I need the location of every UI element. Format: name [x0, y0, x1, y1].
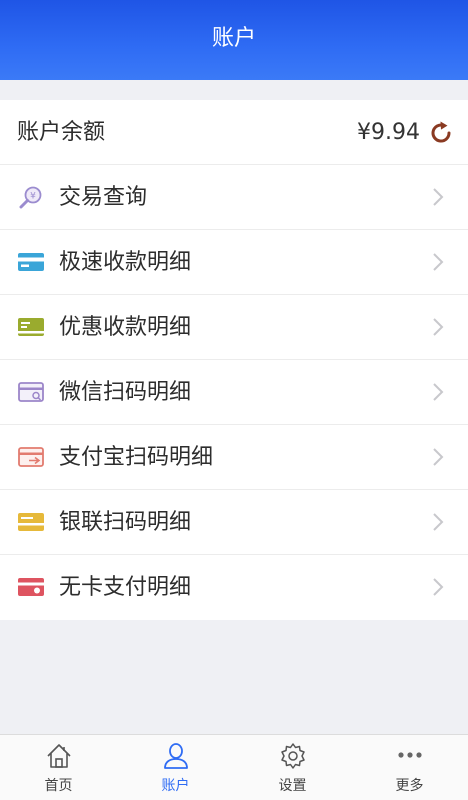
tab-more[interactable]: 更多 [351, 735, 468, 800]
menu-item-fast-receipt[interactable]: 极速收款明细 [0, 230, 468, 295]
card-olive-icon [18, 318, 44, 336]
tab-home[interactable]: 首页 [0, 735, 117, 800]
card-red-icon [18, 447, 44, 467]
card-purple-icon [18, 382, 44, 402]
menu-item-label: 优惠收款明细 [59, 315, 192, 340]
chevron-right-icon [433, 513, 444, 531]
search-coin-icon: ¥ [19, 186, 42, 209]
menu-item-discount-receipt[interactable]: 优惠收款明细 [0, 295, 468, 360]
menu-item-wechat-scan[interactable]: 微信扫码明细 [0, 360, 468, 425]
card-blue-icon [18, 253, 44, 271]
user-icon [163, 743, 188, 769]
refresh-icon[interactable] [428, 120, 454, 146]
chevron-right-icon [433, 578, 444, 596]
menu-item-label: 无卡支付明细 [59, 575, 192, 600]
menu-item-transaction-query[interactable]: ¥ 交易查询 [0, 165, 468, 230]
gear-icon [280, 743, 305, 769]
home-icon [46, 744, 71, 768]
menu-item-unionpay-scan[interactable]: 银联扫码明细 [0, 490, 468, 555]
card-yellow-icon [18, 513, 44, 531]
account-list: 账户余额 ¥9.94 ¥ 交易查询 极速收款明细 优惠收款明细 微信扫码明细 支… [0, 100, 468, 620]
chevron-right-icon [433, 448, 444, 466]
tab-label: 首页 [44, 778, 73, 794]
tab-account[interactable]: 账户 [117, 735, 234, 800]
menu-item-label: 极速收款明细 [59, 250, 192, 275]
nav-bar: 账户 [0, 0, 468, 80]
tab-label: 账户 [161, 778, 190, 794]
menu-item-alipay-scan[interactable]: 支付宝扫码明细 [0, 425, 468, 490]
chevron-right-icon [433, 253, 444, 271]
menu-item-label: 交易查询 [59, 185, 148, 210]
chevron-right-icon [433, 188, 444, 206]
svg-text:¥: ¥ [30, 192, 36, 202]
balance-label: 账户余额 [17, 120, 106, 145]
menu-item-label: 银联扫码明细 [59, 510, 192, 535]
card-crimson-icon [18, 578, 44, 596]
menu-item-label: 支付宝扫码明细 [59, 445, 214, 470]
chevron-right-icon [433, 383, 444, 401]
chevron-right-icon [433, 318, 444, 336]
balance-row: 账户余额 ¥9.94 [0, 100, 468, 165]
more-icon [397, 752, 422, 758]
menu-item-cardless-payment[interactable]: 无卡支付明细 [0, 555, 468, 620]
tab-label: 更多 [395, 778, 424, 794]
tab-bar: 首页 账户 设置 更多 [0, 734, 468, 800]
page-title: 账户 [211, 26, 256, 51]
balance-amount: ¥9.94 [357, 120, 420, 145]
tab-settings[interactable]: 设置 [234, 735, 351, 800]
menu-item-label: 微信扫码明细 [59, 380, 192, 405]
tab-label: 设置 [278, 778, 307, 794]
